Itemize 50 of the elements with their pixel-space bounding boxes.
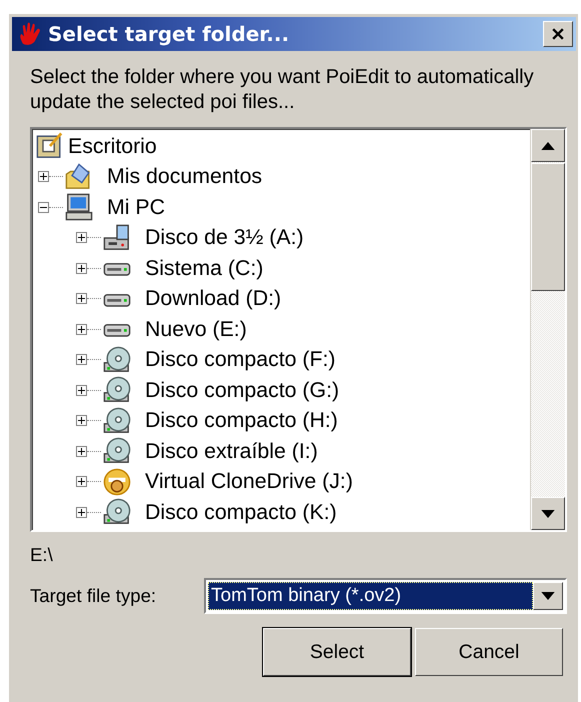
tree-item[interactable]: Download (D:) — [143, 286, 284, 312]
tree-item[interactable]: Mis documentos — [105, 164, 264, 190]
cd-icon — [103, 406, 131, 435]
expand-icon[interactable] — [76, 293, 87, 304]
dialog-button[interactable]: Select — [263, 628, 411, 676]
close-button[interactable] — [543, 21, 573, 47]
down-arrow-icon[interactable] — [541, 510, 555, 518]
tree-item[interactable]: Disco compacto (F:) — [143, 347, 338, 372]
tree-item[interactable]: Escritorio — [66, 134, 159, 159]
tree-item[interactable]: Sistema (C:) — [143, 256, 266, 281]
instruction-text: Select the folder where you want PoiEdit to automatically update the selected poi files... — [30, 65, 535, 115]
cd-icon — [103, 437, 131, 466]
computer-icon — [65, 193, 93, 222]
scroll-up-button[interactable] — [531, 129, 565, 162]
tree-item[interactable]: Disco extraíble (I:) — [143, 438, 320, 464]
scroll-down-button[interactable] — [531, 497, 565, 530]
tree-item[interactable]: Disco compacto (G:) — [143, 378, 342, 403]
clone-icon — [103, 468, 131, 496]
expand-icon[interactable] — [76, 476, 87, 488]
expand-icon[interactable] — [76, 384, 87, 396]
expand-icon[interactable] — [76, 415, 87, 426]
expand-icon[interactable] — [76, 506, 87, 518]
expand-icon[interactable] — [76, 262, 87, 274]
hand-icon — [18, 22, 42, 46]
tree-item[interactable]: Disco compacto (H:) — [143, 408, 340, 434]
tree-item[interactable]: Disco de 3½ (A:) — [143, 225, 306, 250]
expand-icon[interactable] — [76, 446, 87, 457]
expand-icon[interactable] — [38, 171, 49, 182]
desktop-icon — [36, 132, 64, 160]
cd-icon — [103, 498, 131, 526]
expand-icon[interactable] — [76, 232, 87, 244]
expand-icon[interactable] — [76, 324, 87, 335]
collapse-icon[interactable] — [38, 202, 49, 213]
expand-icon[interactable] — [76, 354, 87, 366]
file-type-label: Target file type: — [30, 585, 158, 607]
scrollbar[interactable] — [530, 129, 565, 530]
tree-item[interactable]: Disco compacto (K:) — [143, 500, 339, 525]
up-arrow-icon[interactable] — [541, 142, 555, 150]
floppy-icon — [103, 224, 131, 252]
window-title: Select target folder... — [48, 22, 290, 46]
dialog-button[interactable]: Cancel — [415, 628, 563, 676]
cd-icon — [103, 346, 131, 374]
file-type-dropdown[interactable]: TomTom binary (*.ov2) — [204, 578, 567, 614]
scroll-thumb[interactable] — [531, 163, 565, 291]
close-icon[interactable] — [552, 28, 564, 40]
tree-item[interactable]: Virtual CloneDrive (J:) — [143, 469, 355, 494]
tree-item[interactable]: Nuevo (E:) — [143, 316, 249, 342]
cd-icon — [103, 376, 131, 404]
tree-item[interactable]: Mi PC — [105, 194, 167, 220]
selected-path: E:\ — [30, 544, 54, 567]
